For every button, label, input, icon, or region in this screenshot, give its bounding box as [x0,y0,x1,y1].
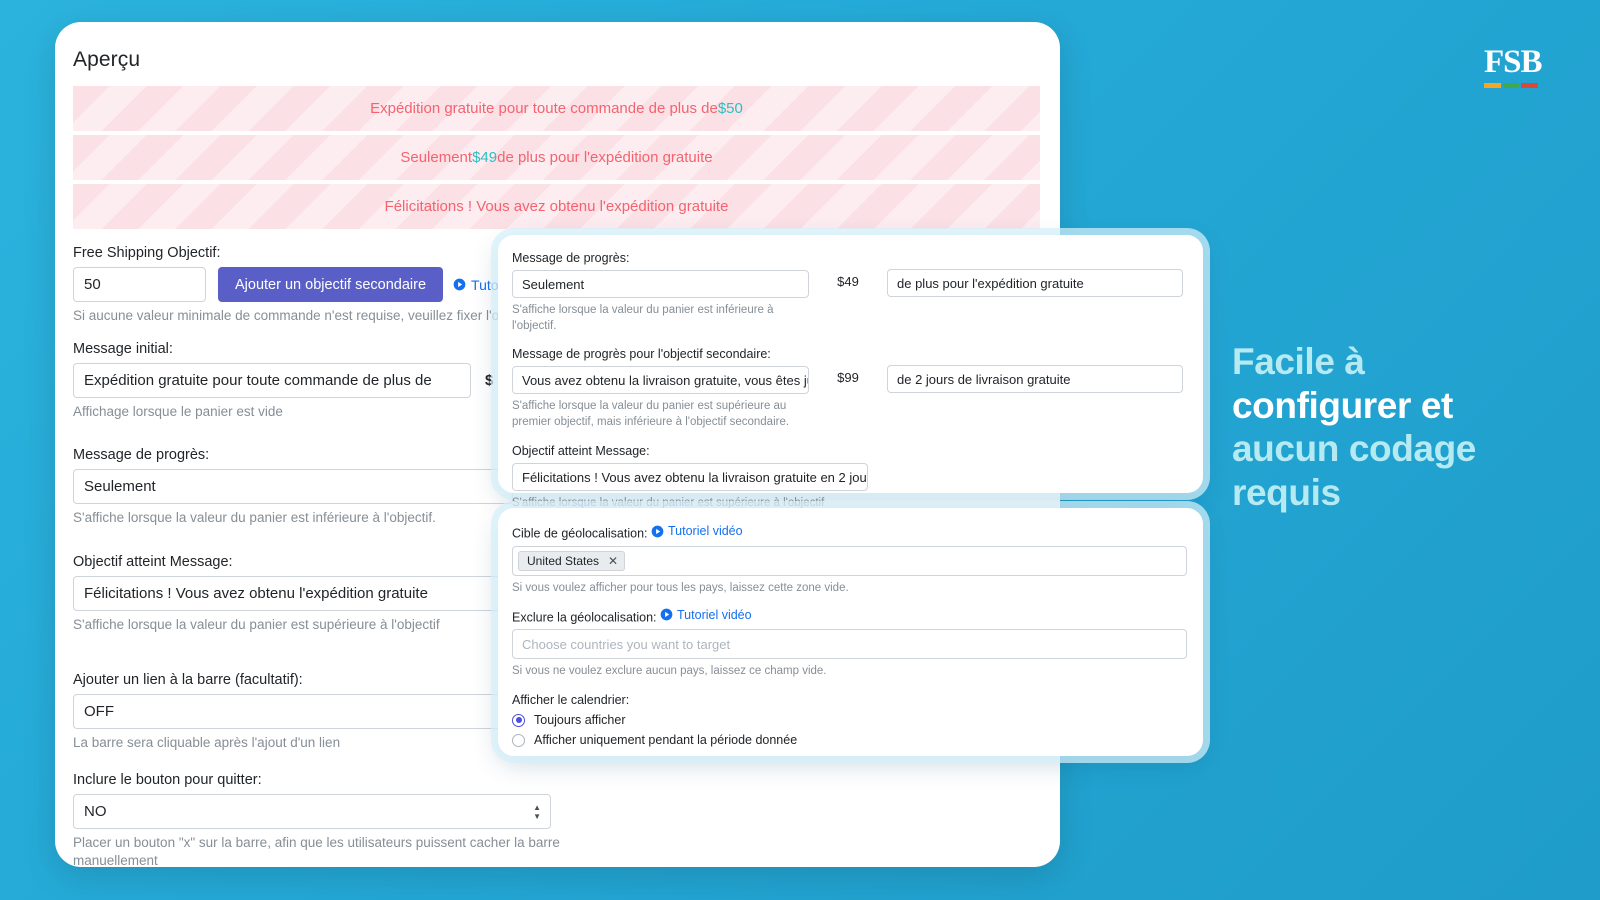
initial-message-input[interactable]: Expédition gratuite pour toute commande … [73,363,471,399]
geo-exclude-hint: Si vous ne voulez exclure aucun pays, la… [512,665,827,678]
marketing-headline: Facile à configurer et aucun codage requ… [1232,340,1562,515]
country-tag-label: United States [527,553,600,568]
panel-secondary-progress-hint: S'affiche lorsque la valeur du panier es… [512,400,790,429]
radio-always-icon[interactable] [512,713,525,727]
radio-period-icon[interactable] [512,733,525,747]
bar-link-input[interactable]: OFF [73,693,551,729]
stepper-arrows-icon: ▲ ▼ [533,802,541,821]
panel-progress-input[interactable]: Seulement [512,270,809,298]
geo-target-hint: Si vous voulez afficher pour tous les pa… [512,581,849,594]
fsb-logo: FSB [1484,44,1543,88]
headline-line-3: aucun codage [1232,428,1476,470]
geo-target-tutorial-label: Tutoriel vidéo [668,524,743,538]
initial-message-amount: $ [485,372,494,390]
geo-exclude-tutorial-link[interactable]: Tutoriel vidéo [660,608,752,622]
preview-banner-amount: $50 [717,100,743,117]
field-close-button: Inclure le bouton pour quitter: NO ▲ ▼ Pl… [73,772,1040,867]
panel-progress-label: Message de progrès: [512,251,630,265]
geolocation-overlay-panel: Cible de géolocalisation: Tutoriel vidéo… [498,508,1203,756]
close-button-select[interactable]: NO ▲ ▼ [73,794,551,830]
secondary-progress-message-row: Message de progrès pour l'objectif secon… [512,347,1189,430]
calendar-option-always[interactable]: Toujours afficher [512,713,1189,727]
panel-goal-reached-label: Objectif atteint Message: [512,444,650,459]
panel-progress-amount: $49 [837,274,859,289]
panel-progress-suffix-input[interactable]: de plus pour l'expédition gratuite [887,269,1183,297]
headline-line-4: requis [1232,471,1341,513]
remove-country-icon[interactable]: ✕ [608,554,618,568]
panel-goal-reached-input[interactable]: Félicitations ! Vous avez obtenu la livr… [512,463,868,492]
headline-line-2: configurer et [1232,384,1453,426]
panel-secondary-progress-suffix-input[interactable]: de 2 jours de livraison gratuite [887,365,1183,394]
geo-exclude-label: Exclure la géolocalisation: Tutoriel vid… [512,607,752,625]
panel-progress-hint: S'affiche lorsque la valeur du panier es… [512,304,774,333]
geo-target-label: Cible de géolocalisation: Tutoriel vidéo [512,524,743,541]
free-shipping-goal-input[interactable]: 50 [73,267,206,302]
preview-banner-text: Seulement [400,149,473,166]
play-circle-icon [660,608,673,621]
page-title: Aperçu [73,48,141,71]
headline-line-1: Facile à [1232,341,1365,382]
panel-secondary-progress-label: Message de progrès pour l'objectif secon… [512,347,771,362]
calendar-option-period[interactable]: Afficher uniquement pendant la période d… [512,733,1189,747]
progress-message-row: Message de progrès: Seulement S'affiche … [512,251,1189,334]
goal-reached-input[interactable]: Félicitations ! Vous avez obtenu l'expéd… [73,575,543,611]
close-button-select-value: NO [73,794,551,830]
panel-secondary-progress-input[interactable]: Vous avez obtenu la livraison gratuite, … [512,366,809,395]
close-button-label: Inclure le bouton pour quitter: [73,772,262,789]
play-circle-icon [651,525,664,537]
logo-bar-orange [1484,83,1501,88]
messages-overlay-panel: Message de progrès: Seulement S'affiche … [498,235,1203,509]
geo-target-tags-input[interactable]: United States ✕ [512,545,1187,576]
geo-exclude-input[interactable]: Choose countries you want to target [512,629,1187,660]
preview-banner-text-after: de plus pour l'expédition gratuite [497,149,713,166]
play-circle-icon [453,278,466,291]
preview-banner-amount: $49 [472,149,498,166]
logo-bar-red [1521,83,1539,88]
calendar-option-period-label: Afficher uniquement pendant la période d… [534,733,798,748]
geo-exclude-field: Exclure la géolocalisation: Tutoriel vid… [512,608,1189,680]
add-secondary-goal-button[interactable]: Ajouter un objectif secondaire [218,267,444,302]
country-tag[interactable]: United States ✕ [518,550,626,571]
calendar-display-field: Afficher le calendrier: Toujours affiche… [512,693,1189,747]
geo-target-tutorial-link[interactable]: Tutoriel vidéo [651,524,743,538]
preview-banner: Seulement $49 de plus pour l'expédition … [73,135,1040,180]
preview-banner: Expédition gratuite pour toute commande … [73,86,1040,131]
fsb-logo-bars [1484,83,1539,88]
logo-bar-green [1502,83,1520,88]
geo-target-field: Cible de géolocalisation: Tutoriel vidéo… [512,524,1189,596]
fsb-logo-wordmark: FSB [1484,44,1543,80]
preview-banner: Félicitations ! Vous avez obtenu l'expéd… [73,184,1040,229]
panel-goal-reached-row: Objectif atteint Message: Félicitations … [512,444,1189,511]
preview-banner-text: Félicitations ! Vous avez obtenu l'expéd… [384,198,729,215]
progress-message-input[interactable]: Seulement [73,469,513,505]
preview-banner-text: Expédition gratuite pour toute commande … [370,100,718,117]
preview-banner-list: Expédition gratuite pour toute commande … [73,86,1040,229]
calendar-option-always-label: Toujours afficher [534,713,626,728]
panel-secondary-progress-amount: $99 [837,370,859,386]
calendar-display-label: Afficher le calendrier: [512,693,630,708]
close-button-hint: Placer un bouton "x" sur la barre, afin … [73,835,560,867]
geo-exclude-tutorial-label: Tutoriel vidéo [677,607,752,622]
